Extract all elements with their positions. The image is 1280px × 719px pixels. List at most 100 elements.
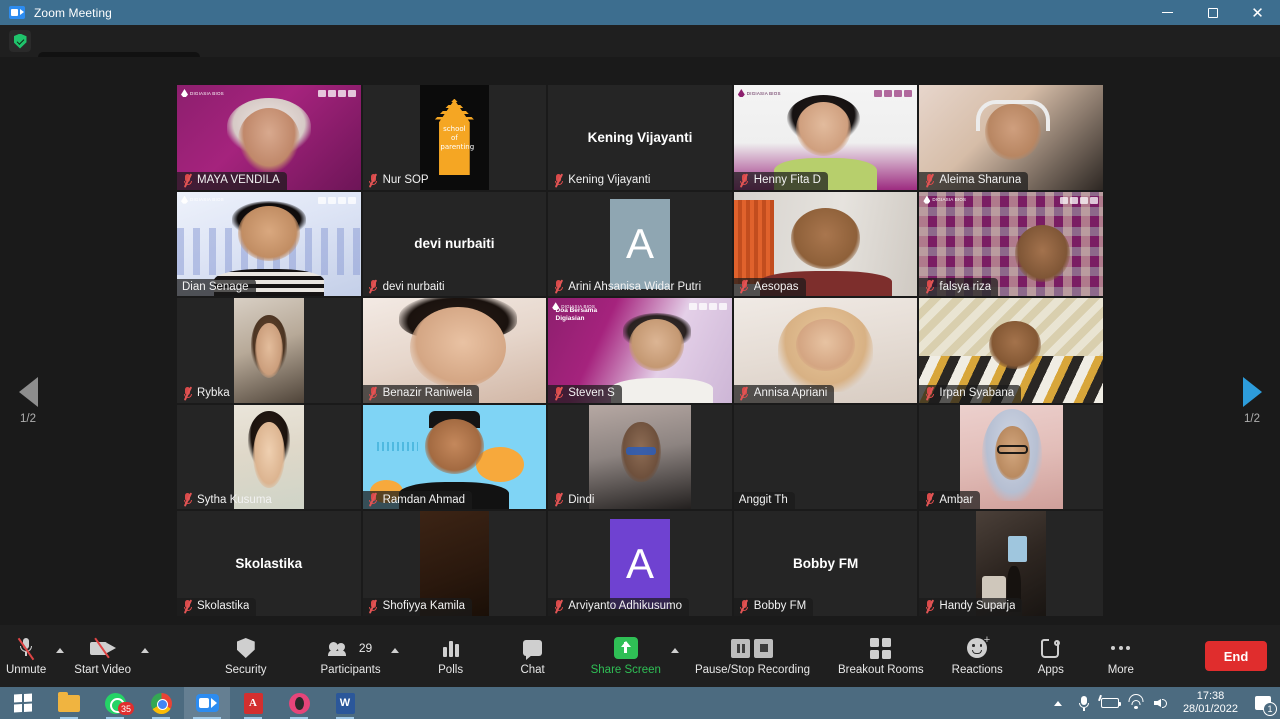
participant-tile[interactable]: AArini Ahsanisa Widar Putri xyxy=(548,192,732,297)
participant-tile[interactable]: Annisa Apriani xyxy=(734,298,918,403)
start-video-button[interactable]: Start Video xyxy=(68,625,137,687)
previous-page-button[interactable]: 1/2 xyxy=(0,377,56,425)
pause-icon[interactable] xyxy=(731,639,750,658)
participant-name-bar: falsya riza xyxy=(919,278,998,296)
brand-badges xyxy=(1060,197,1098,204)
taskbar-whatsapp[interactable]: 35 xyxy=(92,687,138,719)
participant-tile[interactable]: DIGIASIA BIOSMAYA VENDILA xyxy=(177,85,361,190)
apps-button[interactable]: Apps xyxy=(1025,625,1077,687)
participant-name-bar: Benazir Raniwela xyxy=(363,385,480,403)
start-button[interactable] xyxy=(0,687,46,719)
participant-tile[interactable]: Anggit Th xyxy=(734,405,918,510)
participant-name: MAYA VENDILA xyxy=(197,174,280,186)
microphone-muted-icon xyxy=(739,280,750,293)
participant-tile[interactable]: Irpan Syabana xyxy=(919,298,1103,403)
microphone-muted-icon xyxy=(739,600,750,613)
chat-button[interactable]: Chat xyxy=(507,625,559,687)
close-button[interactable]: ✕ xyxy=(1235,0,1280,25)
microphone-muted-icon xyxy=(368,387,379,400)
microphone-muted-icon xyxy=(739,174,750,187)
participant-name-bar: Bobby FM xyxy=(734,598,813,616)
show-hidden-icons-button[interactable] xyxy=(1045,687,1071,719)
clock[interactable]: 17:38 28/01/2022 xyxy=(1175,690,1246,716)
minimize-button[interactable] xyxy=(1145,0,1190,25)
notifications-button[interactable]: 1 xyxy=(1246,687,1280,719)
system-tray: 17:38 28/01/2022 1 xyxy=(1045,687,1280,719)
taskbar-opera[interactable] xyxy=(276,687,322,719)
network-tray-button[interactable] xyxy=(1123,687,1149,719)
participant-tile[interactable]: Aleima Sharuna xyxy=(919,85,1103,190)
next-page-button[interactable]: 1/2 xyxy=(1224,377,1280,425)
battery-tray-button[interactable] xyxy=(1097,687,1123,719)
participant-tile[interactable]: DIGIASIA BIOSfalsya riza xyxy=(919,192,1103,297)
participant-tile[interactable]: Bobby FM Bobby FM xyxy=(734,511,918,616)
participant-tile[interactable]: Aesopas xyxy=(734,192,918,297)
more-button[interactable]: More xyxy=(1095,625,1147,687)
reactions-label: Reactions xyxy=(952,664,1003,676)
participants-options-button[interactable] xyxy=(387,625,403,687)
end-meeting-button[interactable]: End xyxy=(1205,641,1267,671)
participant-tile[interactable]: Ambar xyxy=(919,405,1103,510)
participant-tile[interactable]: AArviyanto Adhikusumo xyxy=(548,511,732,616)
participant-name: Bobby FM xyxy=(754,600,806,612)
participants-button[interactable]: 29 Participants xyxy=(315,625,387,687)
start-video-label: Start Video xyxy=(74,664,131,676)
volume-tray-button[interactable] xyxy=(1149,687,1175,719)
participant-tile[interactable]: Kening VijayantiKening Vijayanti xyxy=(548,85,732,190)
participant-tile[interactable]: DIGIASIA BIOSDian Senage xyxy=(177,192,361,297)
chevron-up-icon xyxy=(141,648,149,653)
microphone-muted-icon xyxy=(553,174,564,187)
audio-options-button[interactable] xyxy=(52,625,68,687)
participant-tile[interactable]: Sytha Kusuma xyxy=(177,405,361,510)
stop-icon[interactable] xyxy=(754,639,773,658)
participant-name-bar: Irpan Syabana xyxy=(919,385,1021,403)
participant-tile[interactable]: Handy Suparja xyxy=(919,511,1103,616)
camera-off-icon xyxy=(90,636,116,660)
microphone-tray-button[interactable] xyxy=(1071,687,1097,719)
gallery-stage: 1/2 1/2 DIGIASIA BIOSMAYA VENDILAschoolo… xyxy=(0,57,1280,625)
taskbar-adobe-acrobat[interactable]: A xyxy=(230,687,276,719)
meeting-top-bar: Recording... View xyxy=(0,25,1280,57)
participant-tile[interactable]: Doa BersamaDigiasianDIGIASIA BIOSSteven … xyxy=(548,298,732,403)
shield-icon xyxy=(237,636,255,660)
microphone-muted-icon xyxy=(924,600,935,613)
whatsapp-badge: 35 xyxy=(118,702,134,715)
breakout-rooms-button[interactable]: Breakout Rooms xyxy=(832,625,930,687)
encryption-status-button[interactable] xyxy=(9,30,31,52)
security-button[interactable]: Security xyxy=(219,625,273,687)
share-options-button[interactable] xyxy=(667,625,683,687)
maximize-button[interactable] xyxy=(1190,0,1235,25)
polls-button[interactable]: Polls xyxy=(425,625,477,687)
participant-display-name: Bobby FM xyxy=(787,556,864,571)
participant-tile[interactable]: Shofiyya Kamila xyxy=(363,511,547,616)
participant-name: Dian Senage xyxy=(182,281,249,293)
participant-name-bar: devi nurbaiti xyxy=(363,278,452,296)
participant-tile[interactable]: Benazir Raniwela xyxy=(363,298,547,403)
participant-name: Dindi xyxy=(568,494,594,506)
video-options-button[interactable] xyxy=(137,625,153,687)
microphone-muted-icon xyxy=(368,174,379,187)
participant-tile[interactable]: Ramdan Ahmad xyxy=(363,405,547,510)
share-screen-button[interactable]: Share Screen xyxy=(585,625,667,687)
microphone-muted-icon xyxy=(368,493,379,506)
participant-tile[interactable]: SkolastikaSkolastika xyxy=(177,511,361,616)
taskbar-zoom[interactable] xyxy=(184,687,230,719)
participant-tile[interactable]: DIGIASIA BIOSHenny Fita D xyxy=(734,85,918,190)
participant-tile[interactable]: Rybka xyxy=(177,298,361,403)
unmute-button[interactable]: Unmute xyxy=(0,625,52,687)
participant-tile[interactable]: Dindi xyxy=(548,405,732,510)
windows-logo-icon xyxy=(14,694,32,713)
pause-stop-recording-button[interactable]: Pause/Stop Recording xyxy=(689,625,816,687)
ellipsis-icon xyxy=(1111,636,1130,660)
taskbar-file-explorer[interactable] xyxy=(46,687,92,719)
taskbar-microsoft-word[interactable]: W xyxy=(322,687,368,719)
taskbar-google-chrome[interactable] xyxy=(138,687,184,719)
apps-label: Apps xyxy=(1038,664,1064,676)
microphone-muted-icon xyxy=(739,387,750,400)
reactions-button[interactable]: + Reactions xyxy=(946,625,1009,687)
participant-tile[interactable]: schoolofparentingNur SOP xyxy=(363,85,547,190)
participant-tile[interactable]: devi nurbaitidevi nurbaiti xyxy=(363,192,547,297)
windows-taskbar: 35 A W 17:38 28/01/2022 xyxy=(0,687,1280,719)
participant-name-bar: Arini Ahsanisa Widar Putri xyxy=(548,278,708,296)
minimize-icon xyxy=(1162,12,1173,13)
